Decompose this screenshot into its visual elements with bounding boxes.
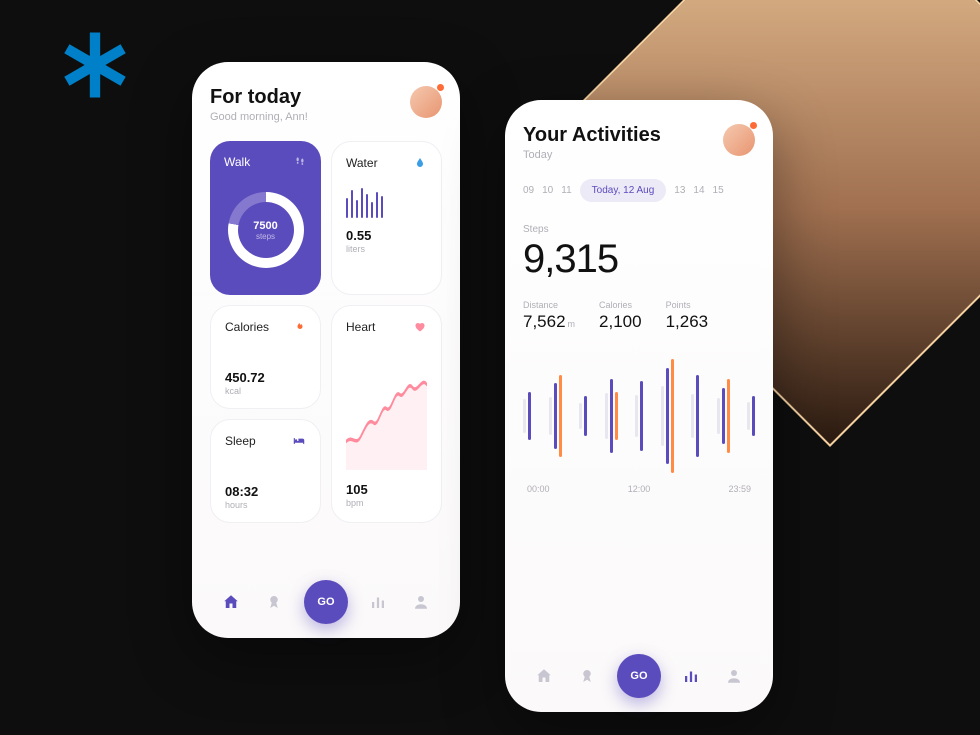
calories-label: Calories [599, 300, 642, 310]
time-axis: 00:00 12:00 23:59 [523, 484, 755, 494]
avatar[interactable] [723, 124, 755, 156]
bottom-nav: GO [192, 580, 460, 624]
points-label: Points [666, 300, 709, 310]
nav-stats[interactable] [366, 590, 390, 614]
calories-card[interactable]: Calories 450.72 kcal [210, 305, 321, 409]
steps-value: 9,315 [523, 237, 755, 282]
nav-home[interactable] [219, 590, 243, 614]
distance-value: 7,562 [523, 312, 566, 331]
date-item[interactable]: 14 [693, 185, 704, 196]
sleep-card[interactable]: Sleep 08:32 hours [210, 419, 321, 523]
heart-icon [413, 320, 427, 334]
go-button[interactable]: GO [304, 580, 348, 624]
heart-line-chart [346, 352, 427, 470]
bottom-nav: GO [505, 654, 773, 698]
avatar[interactable] [410, 86, 442, 118]
walk-value: 7500 [253, 220, 277, 232]
go-button[interactable]: GO [617, 654, 661, 698]
header: Your Activities Today [523, 124, 755, 161]
sleep-value: 08:32 [225, 484, 306, 499]
steps-label: Steps [523, 224, 755, 235]
heart-value: 105 [346, 482, 427, 497]
footsteps-icon [293, 155, 307, 169]
calories-value: 2,100 [599, 312, 642, 332]
date-item[interactable]: 09 [523, 185, 534, 196]
date-item[interactable]: 15 [713, 185, 724, 196]
calories-value: 450.72 [225, 370, 306, 385]
nav-medal[interactable] [262, 590, 286, 614]
water-value: 0.55 [346, 228, 427, 243]
walk-label: Walk [224, 155, 250, 169]
water-bar-chart [346, 182, 427, 218]
water-card[interactable]: Water 0.55 liters [331, 141, 442, 295]
asterisk-logo-icon [58, 28, 132, 102]
droplet-icon [413, 156, 427, 170]
time-label: 23:59 [728, 484, 751, 494]
page-title: Your Activities [523, 124, 661, 147]
page-title: For today [210, 86, 308, 109]
distance-label: Distance [523, 300, 575, 310]
stats-row: Distance 7,562m Calories 2,100 Points 1,… [523, 300, 755, 332]
activity-bar-chart [523, 356, 755, 476]
calories-label: Calories [225, 320, 269, 334]
header: For today Good morning, Ann! [210, 86, 442, 123]
points-value: 1,263 [666, 312, 709, 332]
nav-stats[interactable] [679, 664, 703, 688]
nav-home[interactable] [532, 664, 556, 688]
date-selector[interactable]: 09 10 11 Today, 12 Aug 13 14 15 [523, 179, 755, 202]
date-item-current[interactable]: Today, 12 Aug [580, 179, 667, 202]
phone-screen-activities: Your Activities Today 09 10 11 Today, 12… [505, 100, 773, 712]
nav-medal[interactable] [575, 664, 599, 688]
flame-icon [292, 320, 306, 334]
heart-card[interactable]: Heart 105 bpm [331, 305, 442, 523]
phone-screen-today: For today Good morning, Ann! Walk 7500 s… [192, 62, 460, 638]
time-label: 12:00 [628, 484, 651, 494]
bed-icon [292, 434, 306, 448]
date-item[interactable]: 11 [561, 185, 571, 196]
heart-unit: bpm [346, 498, 427, 508]
sleep-unit: hours [225, 500, 306, 510]
water-unit: liters [346, 244, 427, 254]
walk-card[interactable]: Walk 7500 steps [210, 141, 321, 295]
time-label: 00:00 [527, 484, 550, 494]
heart-label: Heart [346, 320, 375, 334]
date-item[interactable]: 10 [542, 185, 553, 196]
nav-profile[interactable] [722, 664, 746, 688]
sleep-label: Sleep [225, 434, 256, 448]
nav-profile[interactable] [409, 590, 433, 614]
walk-unit: steps [256, 232, 275, 241]
water-label: Water [346, 156, 378, 170]
distance-unit: m [568, 319, 576, 329]
greeting-text: Good morning, Ann! [210, 111, 308, 123]
calories-unit: kcal [225, 386, 306, 396]
subtitle: Today [523, 149, 661, 161]
date-item[interactable]: 13 [674, 185, 685, 196]
walk-progress-ring: 7500 steps [228, 192, 304, 268]
